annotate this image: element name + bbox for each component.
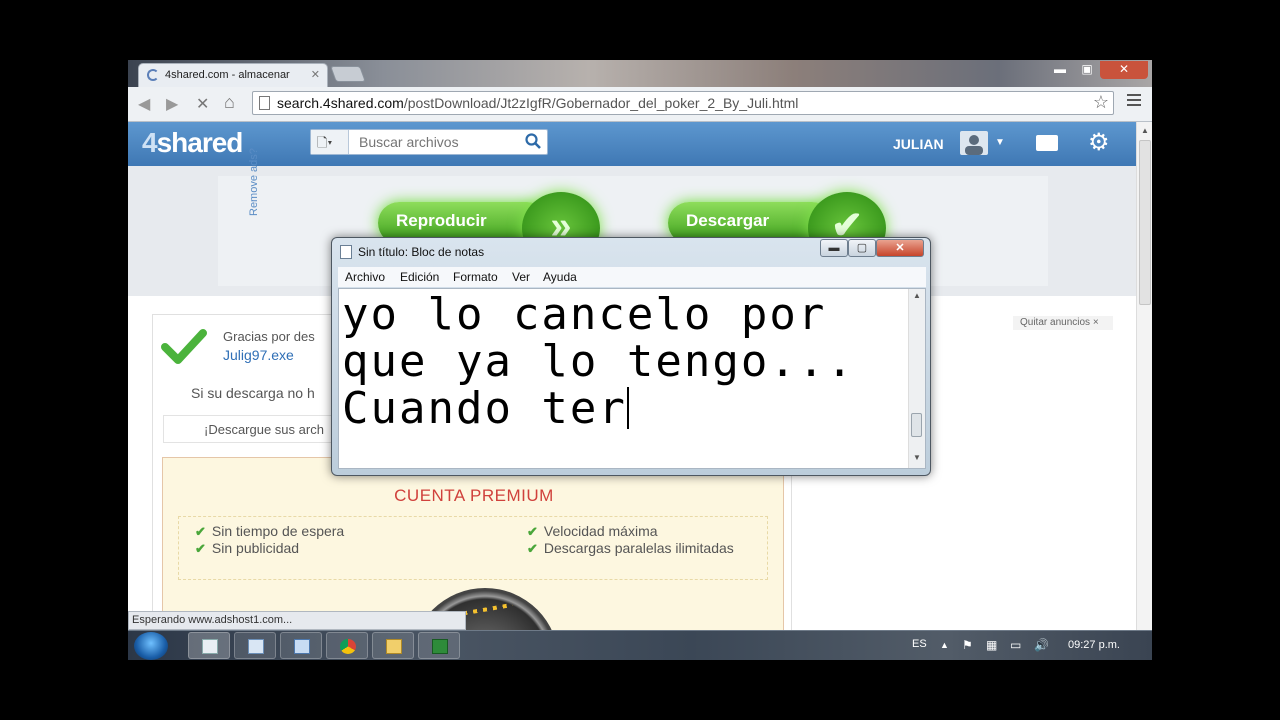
chrome-menu-icon[interactable]	[1127, 94, 1141, 109]
address-bar[interactable]: search.4shared.com/postDownload/Jt2zIgfR…	[252, 91, 1114, 115]
premium-title: CUENTA PREMIUM	[394, 486, 554, 505]
scroll-up-icon[interactable]: ▲	[1141, 126, 1149, 135]
tab-title: 4shared.com - almacenar	[165, 69, 290, 81]
notepad-text-area[interactable]: yo lo cancelo por que ya lo tengo... Cua…	[338, 288, 926, 469]
page-icon	[259, 96, 270, 110]
search-input[interactable]	[351, 130, 521, 154]
thanks-text: Gracias por des	[223, 329, 315, 344]
home-icon[interactable]: ⌂	[224, 92, 235, 113]
excel-icon	[432, 639, 448, 654]
window-minimize-button[interactable]: ▬	[1046, 61, 1074, 79]
notepad-content: yo lo cancelo por que ya lo tengo... Cua…	[342, 289, 855, 434]
network-icon[interactable]: ▭	[1010, 638, 1021, 652]
taskbar-excel[interactable]	[418, 632, 460, 659]
taskbar-document[interactable]	[234, 632, 276, 659]
user-name[interactable]: JULIAN	[893, 136, 944, 152]
site-search: 🗋▾	[310, 129, 548, 155]
show-hidden-icons[interactable]: ▲	[940, 640, 949, 650]
chevron-down-icon[interactable]: ▼	[995, 137, 1005, 148]
menu-formato[interactable]: Formato	[453, 270, 498, 284]
gear-icon[interactable]: ⚙	[1088, 128, 1110, 157]
notepad-close-button[interactable]: ✕	[876, 239, 924, 257]
feature-item: ✔ Velocidad máxima	[527, 523, 658, 539]
window-close-button[interactable]: ✕	[1100, 61, 1148, 79]
remove-ads-link[interactable]: Remove ads?	[248, 148, 260, 216]
notepad-title: Sin título: Bloc de notas	[358, 245, 485, 259]
messages-icon[interactable]	[1036, 135, 1058, 151]
feature-item: ✔ Sin tiempo de espera	[195, 523, 345, 539]
scroll-thumb[interactable]	[1139, 140, 1151, 305]
notepad-scroll-thumb[interactable]	[911, 413, 922, 437]
taskbar-chrome[interactable]	[326, 632, 368, 659]
browser-titlebar: 4shared.com - almacenar ✕ ▬ ▣ ✕ ◀ ▶ ✕ ⌂ …	[128, 60, 1152, 122]
page-scrollbar[interactable]: ▲ ▼	[1136, 122, 1152, 660]
stop-icon[interactable]: ✕	[196, 94, 209, 114]
notepad-window[interactable]: Sin título: Bloc de notas ▬ ▢ ✕ Archivo …	[331, 237, 931, 476]
file-name-link[interactable]: Julig97.exe	[223, 347, 294, 363]
start-button[interactable]	[134, 632, 168, 660]
tab-close-icon[interactable]: ✕	[311, 68, 320, 81]
url-path: /postDownload/Jt2zIgfR/Gobernador_del_po…	[403, 95, 799, 111]
scroll-up-icon[interactable]: ▲	[913, 291, 921, 300]
browser-tab-active[interactable]: 4shared.com - almacenar ✕	[138, 63, 328, 87]
notepad-scrollbar[interactable]: ▲ ▼	[908, 289, 925, 468]
menu-ayuda[interactable]: Ayuda	[543, 270, 577, 284]
menu-ver[interactable]: Ver	[512, 270, 530, 284]
flag-icon[interactable]: ⚑	[962, 638, 973, 652]
taskbar: ES ▲ ⚑ ▦ ▭ 🔊 09:27 p.m.	[128, 630, 1152, 660]
menu-archivo[interactable]: Archivo	[345, 270, 385, 284]
browser-status-bar: Esperando www.adshost1.com...	[128, 611, 466, 630]
notepad-icon	[340, 245, 352, 259]
desktop-screen: 4shared.com - almacenar ✕ ▬ ▣ ✕ ◀ ▶ ✕ ⌂ …	[128, 60, 1152, 660]
feature-item: ✔ Descargas paralelas ilimitadas	[527, 540, 734, 556]
feature-item: ✔ Sin publicidad	[195, 540, 300, 556]
device-icon[interactable]: ▦	[986, 638, 997, 652]
folder-icon	[386, 639, 402, 654]
new-tab-button[interactable]	[330, 66, 366, 82]
text-caret	[626, 387, 629, 429]
back-icon[interactable]: ◀	[138, 94, 150, 114]
search-icon[interactable]	[525, 133, 541, 149]
notepad-minimize-button[interactable]: ▬	[820, 239, 848, 257]
taskbar-explorer[interactable]	[372, 632, 414, 659]
taskbar-wordpad[interactable]	[280, 632, 322, 659]
language-indicator[interactable]: ES	[912, 638, 927, 650]
file-type-dropdown[interactable]: 🗋▾	[311, 130, 349, 154]
notepad-menubar: Archivo Edición Formato Ver Ayuda	[338, 267, 926, 287]
loading-spinner-icon	[147, 69, 159, 81]
notepad-maximize-button[interactable]: ▢	[848, 239, 876, 257]
download-help-text: Si su descarga no h	[191, 385, 315, 401]
scroll-down-icon[interactable]: ▼	[913, 453, 921, 462]
remove-ads-right-link[interactable]: Quitar anuncios ×	[1013, 316, 1113, 330]
clock[interactable]: 09:27 p.m.	[1068, 639, 1120, 651]
bookmark-star-icon[interactable]: ☆	[1093, 92, 1109, 113]
window-maximize-button[interactable]: ▣	[1074, 61, 1100, 79]
check-icon	[161, 329, 207, 364]
taskbar-notepad[interactable]	[188, 632, 230, 659]
wordpad-icon	[294, 639, 310, 654]
url-domain: search.4shared.com	[277, 95, 404, 111]
site-logo[interactable]: 4shared	[142, 127, 243, 159]
document-icon	[248, 639, 264, 654]
volume-icon[interactable]: 🔊	[1034, 638, 1049, 652]
forward-icon[interactable]: ▶	[166, 94, 178, 114]
menu-edicion[interactable]: Edición	[400, 270, 439, 284]
avatar[interactable]	[960, 131, 988, 155]
site-header: 4shared 🗋▾ JULIAN ▼ ⚙	[128, 122, 1136, 166]
chrome-icon	[340, 639, 356, 654]
premium-features: ✔ Sin tiempo de espera ✔ Sin publicidad ✔ V…	[178, 516, 768, 580]
notepad-icon	[202, 639, 218, 654]
browser-toolbar: ◀ ▶ ✕ ⌂ search.4shared.com/postDownload/…	[128, 87, 1152, 122]
